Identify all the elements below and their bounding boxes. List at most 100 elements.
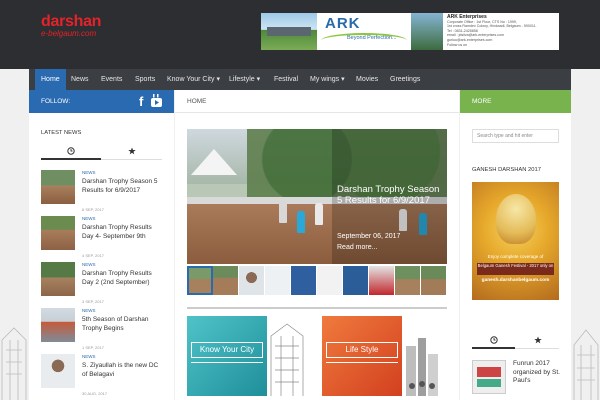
nav-know-your-city[interactable]: Know Your City ▾ — [167, 69, 220, 90]
search-input[interactable]: Search type and hit enter — [472, 129, 559, 143]
slide-read-more[interactable]: Read more... — [337, 244, 377, 251]
nav-events[interactable]: Events — [101, 69, 122, 90]
breadcrumb-home[interactable]: HOME — [187, 98, 207, 105]
list-item[interactable]: NEWS Darshan Trophy Results Day 4- Septe… — [41, 216, 162, 260]
ganesha-idol-image — [496, 194, 536, 244]
follow-label: FOLLOW: — [41, 98, 71, 105]
tab-popular[interactable] — [516, 333, 559, 349]
news-title[interactable]: 5th Season of Darshan Trophy Begins — [82, 316, 162, 333]
list-item[interactable]: NEWS Darshan Trophy Results Day 2 (2nd S… — [41, 262, 162, 306]
main-nav: Home News Events Sports Know Your City ▾… — [29, 69, 571, 90]
nav-news[interactable]: News — [71, 69, 89, 90]
news-date: 1 SEP, 2017 — [82, 345, 104, 350]
slider-thumb[interactable] — [187, 266, 213, 295]
chevron-down-icon: ▾ — [341, 76, 345, 83]
nav-festival[interactable]: Festival — [274, 69, 298, 90]
chevron-down-icon: ▾ — [216, 76, 220, 83]
ganesh-banner-text: Enjoy complete coverage of — [487, 254, 544, 259]
news-category[interactable]: NEWS — [82, 308, 96, 313]
news-date: 3 SEP, 2017 — [82, 299, 104, 304]
featured-slider[interactable]: Darshan Trophy Season 5 Results for 6/9/… — [187, 129, 447, 264]
news-thumbnail — [472, 360, 506, 394]
news-thumbnail — [41, 170, 75, 204]
lifestyle-card[interactable]: Life Style — [322, 316, 402, 396]
card-underline — [326, 362, 398, 363]
slider-thumb[interactable] — [213, 266, 239, 295]
slider-thumb[interactable] — [291, 266, 317, 295]
sidebar-tabs — [472, 333, 559, 349]
ganesh-darshan-banner[interactable]: Enjoy complete coverage of Belgaum Ganes… — [472, 182, 559, 300]
ark-enterprises-banner[interactable]: ARK Beyond Perfection... ARK Enterprises… — [261, 13, 559, 50]
nav-my-wings[interactable]: My wings ▾ — [310, 69, 345, 90]
follow-bar: FOLLOW: f — [29, 90, 174, 113]
star-icon — [533, 336, 542, 344]
news-title[interactable]: Darshan Trophy Season 5 Results for 6/9/… — [82, 178, 162, 195]
section-divider — [187, 307, 447, 309]
news-date: 4 SEP, 2017 — [82, 253, 104, 258]
slider-thumb[interactable] — [343, 266, 369, 295]
news-title[interactable]: Darshan Trophy Results Day 2 (2nd Septem… — [82, 270, 162, 287]
list-item[interactable]: NEWS S. Ziyaullah is the new DC of Belag… — [41, 354, 162, 398]
more-label: MORE — [472, 98, 492, 105]
left-sidebar: FOLLOW: f LATEST NEWS NEWS Darshan Troph… — [29, 90, 174, 400]
player-figure — [315, 203, 323, 225]
nav-lifestyle[interactable]: Lifestyle ▾ — [229, 69, 260, 90]
news-date: 6 SEP, 2017 — [82, 207, 104, 212]
news-date: 30 AUG, 2017 — [82, 391, 108, 396]
banner-info: ARK Enterprises Corporate Office : 1st F… — [447, 15, 557, 47]
youtube-icon[interactable] — [151, 94, 162, 108]
slider-thumb[interactable] — [265, 266, 291, 295]
slider-thumbnails — [187, 266, 447, 295]
news-thumbnail — [41, 216, 75, 250]
ganesh-banner-url: ganesh.darshanbelgaum.com — [481, 278, 550, 283]
news-category[interactable]: NEWS — [82, 262, 96, 267]
nav-sports[interactable]: Sports — [135, 69, 155, 90]
slide-title[interactable]: Darshan Trophy Season 5 Results for 6/9/… — [337, 184, 447, 206]
logo-sub-text: e-belgaum.com — [41, 29, 97, 38]
nav-movies[interactable]: Movies — [356, 69, 378, 90]
site-logo[interactable]: darshan e-belgaum.com — [41, 14, 101, 39]
news-thumbnail — [41, 262, 75, 296]
slider-thumb[interactable] — [239, 266, 265, 295]
player-figure — [279, 201, 287, 223]
clock-icon — [489, 336, 498, 344]
slider-thumb[interactable] — [395, 266, 421, 295]
facebook-icon[interactable]: f — [139, 94, 143, 109]
card-label: Life Style — [326, 342, 398, 358]
right-sidebar: MORE Search type and hit enter GANESH DA… — [460, 90, 571, 400]
building-sketch-right — [573, 329, 599, 400]
know-your-city-card[interactable]: Know Your City — [187, 316, 267, 396]
nav-greetings[interactable]: Greetings — [390, 69, 420, 90]
news-title[interactable]: Funrun 2017 organized by St. Paul's — [513, 360, 563, 386]
list-item[interactable]: NEWS Darshan Trophy Season 5 Results for… — [41, 170, 162, 214]
slider-thumb[interactable] — [369, 266, 395, 295]
list-item[interactable]: Funrun 2017 organized by St. Paul's — [472, 360, 560, 396]
banner-tagline: Beyond Perfection... — [347, 35, 397, 41]
list-item[interactable]: NEWS 5th Season of Darshan Trophy Begins… — [41, 308, 162, 352]
clock-icon — [67, 147, 75, 155]
banner-brand-name: ARK — [325, 15, 361, 32]
slider-thumb[interactable] — [421, 266, 447, 295]
news-thumbnail — [41, 354, 75, 388]
star-icon — [128, 147, 136, 155]
tab-recent[interactable] — [41, 144, 101, 160]
nav-home[interactable]: Home — [35, 69, 66, 90]
news-category[interactable]: NEWS — [82, 170, 96, 175]
latest-news-title: LATEST NEWS — [41, 130, 82, 136]
tab-recent[interactable] — [472, 333, 515, 349]
slider-thumb[interactable] — [317, 266, 343, 295]
news-title[interactable]: S. Ziyaullah is the new DC of Belagavi — [82, 362, 162, 379]
banner-photo — [261, 13, 317, 50]
news-category[interactable]: NEWS — [82, 216, 96, 221]
news-title[interactable]: Darshan Trophy Results Day 4- September … — [82, 224, 162, 241]
tab-popular[interactable] — [102, 144, 162, 160]
news-thumbnail — [41, 308, 75, 342]
chevron-down-icon: ▾ — [256, 76, 261, 83]
ganesh-banner-text: Belgaum Ganesh Festival - 2017 only on — [477, 263, 554, 275]
ganesh-darshan-title: GANESH DARSHAN 2017 — [472, 167, 541, 173]
card-underline — [191, 362, 263, 363]
site-header: darshan e-belgaum.com ARK Beyond Perfect… — [0, 0, 600, 69]
building-sketch — [270, 323, 304, 396]
news-category[interactable]: NEWS — [82, 354, 96, 359]
card-label: Know Your City — [191, 342, 263, 358]
